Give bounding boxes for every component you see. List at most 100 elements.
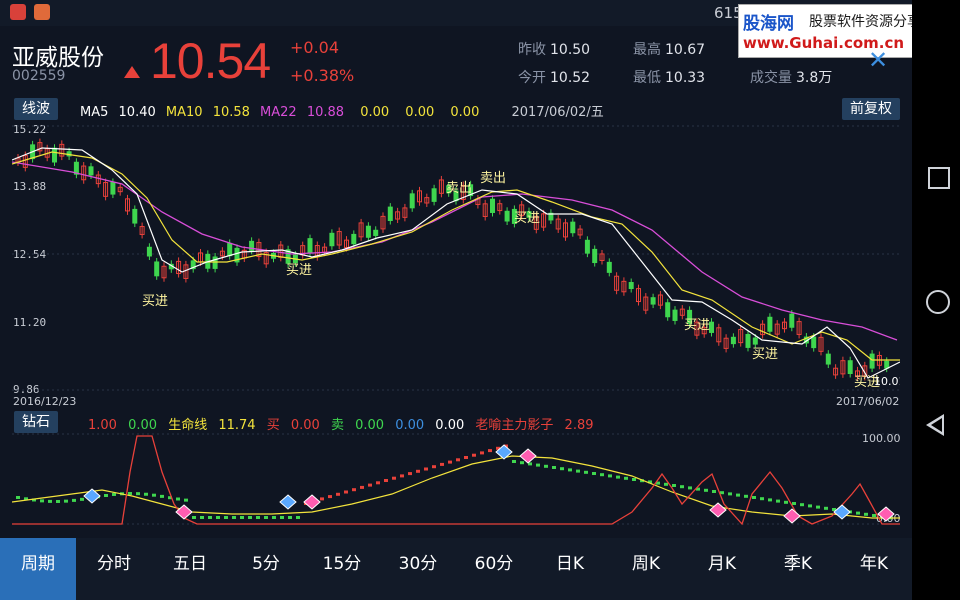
home-icon[interactable] [926, 290, 950, 314]
tab-6[interactable]: 60分 [456, 538, 532, 600]
sell-label: 卖 [330, 418, 344, 433]
tab-7[interactable]: 日K [532, 538, 608, 600]
lifeline-value: 11.74 [218, 418, 256, 433]
price-up-arrow-icon [124, 66, 140, 78]
candle-body [825, 353, 831, 365]
low-label: 最低 [633, 70, 661, 86]
candle-body [351, 233, 357, 245]
candle-body [869, 353, 875, 369]
indicator-dot [816, 505, 820, 509]
indicator-dot [472, 453, 476, 457]
indicator-dot [232, 516, 236, 519]
low-value: 10.33 [665, 70, 706, 86]
indicator-dot [752, 496, 756, 499]
back-icon-inner [931, 418, 942, 432]
candle-body [409, 193, 415, 209]
last-price: 10.54 [150, 33, 271, 89]
indicator-dot [408, 472, 412, 476]
candle-body [584, 239, 590, 254]
candle-body [387, 206, 393, 222]
indicator-dot [104, 493, 108, 497]
candle-body [373, 229, 379, 236]
volume-value: 3.8万 [796, 70, 833, 86]
candle-body [52, 147, 57, 163]
indicator-dot [808, 504, 812, 508]
indicator-dot [216, 516, 220, 519]
main-indicator-button[interactable]: 线波 [14, 98, 58, 120]
candlestick-chart[interactable]: 买进买进卖出卖出买进买进买进买进 10.01 [12, 122, 900, 394]
indicator-dot [456, 458, 460, 462]
buy-signal-label: 买进 [142, 294, 168, 309]
mail-notification-icon [34, 4, 50, 20]
extra-value-2: 0.00 [405, 105, 435, 120]
extra-value-1: 0.00 [360, 105, 390, 120]
indicator-dot [16, 496, 20, 499]
diamond-icon [303, 494, 321, 510]
prev-close: 昨收 10.50 [518, 39, 590, 59]
indicator-dot [704, 488, 708, 492]
indicator-dot [768, 498, 772, 502]
diamond-indicator-chart[interactable] [12, 432, 900, 526]
tab-0[interactable]: 周期 [0, 538, 76, 600]
sub-indicator-legend: 1.00 0.00 生命线 11.74 买 0.00 卖 0.00 0.00 0… [88, 414, 601, 433]
tab-8[interactable]: 周K [608, 538, 684, 600]
indicator-dot [416, 469, 420, 473]
indicator-dot [48, 499, 52, 503]
android-nav-bar [912, 0, 960, 600]
tab-2[interactable]: 五日 [152, 538, 228, 600]
recent-apps-icon[interactable] [928, 167, 950, 189]
indicator-dot [512, 460, 516, 463]
candle-body [307, 238, 313, 254]
candle-body [811, 336, 817, 349]
low-price: 最低 10.33 [633, 67, 705, 87]
indicator-dot [736, 493, 740, 497]
ma10-label: MA10 [165, 105, 203, 120]
tab-3[interactable]: 5分 [228, 538, 304, 600]
lifeline-line [12, 455, 900, 519]
ma-legend: MA5 10.40 MA10 10.58 MA22 10.88 0.00 0.0… [80, 101, 610, 120]
buy-value: 0.00 [290, 418, 320, 433]
price-adjust-button[interactable]: 前复权 [842, 98, 900, 120]
candle-body [570, 221, 576, 234]
indicator-dot [240, 516, 244, 519]
indicator-dot [376, 481, 380, 485]
indicator-dot [392, 476, 396, 480]
indicator-dot [448, 460, 452, 464]
diamond-icon [279, 494, 297, 510]
diamond-icon [175, 504, 193, 520]
cursor-date: 2017/06/02/五 [511, 105, 604, 120]
buy-signal-label: 买进 [752, 347, 778, 362]
indicator-dot [80, 497, 84, 501]
tab-10[interactable]: 季K [760, 538, 836, 600]
tab-9[interactable]: 月K [684, 538, 760, 600]
indicator-dot [584, 470, 588, 474]
ma5-value: 10.40 [118, 105, 156, 120]
indicator-dot [56, 499, 60, 503]
volume-label: 成交量 [750, 70, 792, 86]
indicator-dot [688, 486, 692, 490]
sub-indicator-button[interactable]: 钻石 [14, 411, 58, 433]
sell-signal-label: 卖出 [446, 181, 472, 196]
tab-11[interactable]: 年K [836, 538, 912, 600]
indicator-dot [112, 492, 116, 496]
diamond-icon [783, 508, 801, 524]
open-value: 10.52 [550, 70, 591, 86]
indicator-dot [72, 498, 76, 502]
ma10-value: 10.58 [212, 105, 250, 120]
tab-1[interactable]: 分时 [76, 538, 152, 600]
candle-body [132, 208, 138, 224]
indicator-dot [592, 472, 596, 475]
candle-body [490, 198, 495, 213]
price-change: +0.04 [290, 38, 340, 57]
indicator-dot [600, 473, 604, 477]
chart-end-date: 2017/06/02 [836, 395, 900, 408]
indicator-dot [40, 499, 44, 503]
close-icon[interactable]: ✕ [868, 46, 888, 74]
indicator-dot [152, 493, 156, 497]
indicator-dot [800, 503, 804, 507]
indicator-dot [384, 479, 388, 482]
tab-5[interactable]: 30分 [380, 538, 456, 600]
tab-4[interactable]: 15分 [304, 538, 380, 600]
indicator-dot [224, 516, 228, 519]
candle-body [88, 166, 94, 176]
